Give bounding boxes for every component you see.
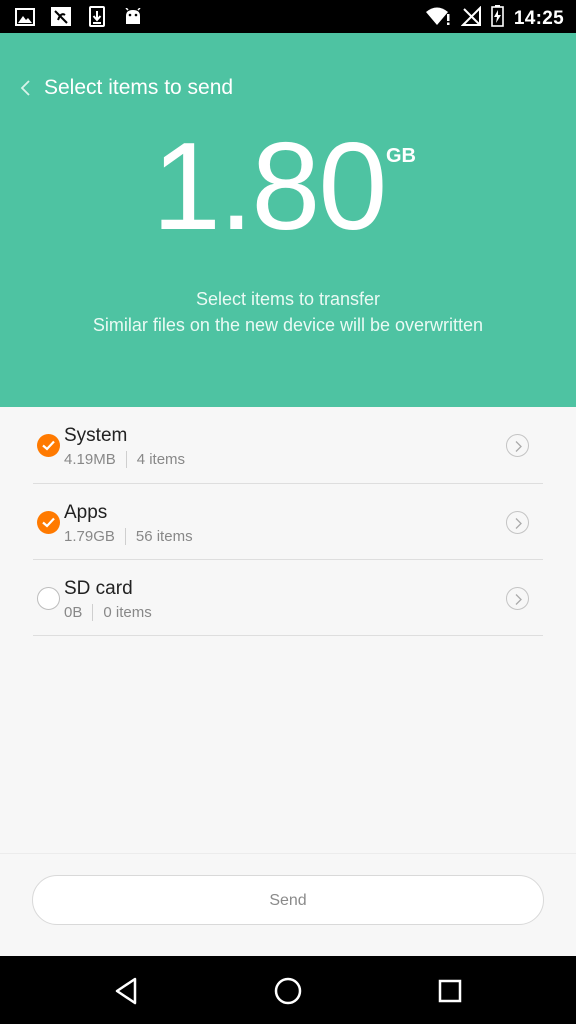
back-triangle-icon[interactable] [111,975,143,1007]
item-size: 4.19MB [64,451,116,468]
item-count: 0 items [103,604,152,621]
total-size-value: 1.80 [152,118,387,256]
wifi-alert-icon [425,6,451,31]
no-signal-icon [460,5,481,31]
item-title: System [64,425,128,446]
send-bar: Send [0,853,576,956]
divider [124,528,126,545]
checkbox-checked-icon[interactable] [37,511,60,534]
android-icon [122,6,144,27]
item-count: 56 items [135,528,193,545]
recents-square-icon[interactable] [434,975,466,1007]
back-button[interactable]: Select items to send [16,75,233,101]
send-button[interactable]: Send [32,875,544,925]
instruction-text: Select items to transfer [195,289,381,309]
clock: 14:25 [513,7,564,29]
item-count: 4 items [136,451,186,468]
chevron-right-icon[interactable] [506,587,529,610]
list-item-system[interactable]: System 4.19MB 4 items [33,407,543,484]
summary-header: Select items to send 1.80 GB Select item… [0,33,576,407]
chevron-right-icon[interactable] [506,434,529,457]
item-title: Apps [64,502,108,523]
status-bar: 14:25 [0,0,576,33]
overwrite-warning-text: Similar files on the new device will be … [92,315,484,335]
chevron-left-icon [20,80,30,96]
checkbox-unchecked-icon[interactable] [37,587,60,610]
notification-icons [14,6,144,27]
battery-charging-icon [491,5,504,32]
divider [92,604,94,621]
item-size: 0B [64,604,83,621]
checkbox-checked-icon[interactable] [37,434,60,457]
silent-icon [50,6,72,27]
navigation-bar [0,956,576,1024]
page-title: Select items to send [44,76,234,99]
total-size-unit: GB [386,145,416,167]
item-title: SD card [64,578,133,599]
home-circle-icon[interactable] [272,975,304,1007]
list-item-sd-card[interactable]: SD card 0B 0 items [33,560,543,636]
item-size: 1.79GB [64,528,115,545]
item-list: System 4.19MB 4 items Apps 1.79GB 56 ite… [0,407,576,636]
image-icon [14,6,36,27]
chevron-right-icon[interactable] [506,511,529,534]
download-icon [86,6,108,27]
divider [125,451,127,468]
list-item-apps[interactable]: Apps 1.79GB 56 items [33,484,543,560]
